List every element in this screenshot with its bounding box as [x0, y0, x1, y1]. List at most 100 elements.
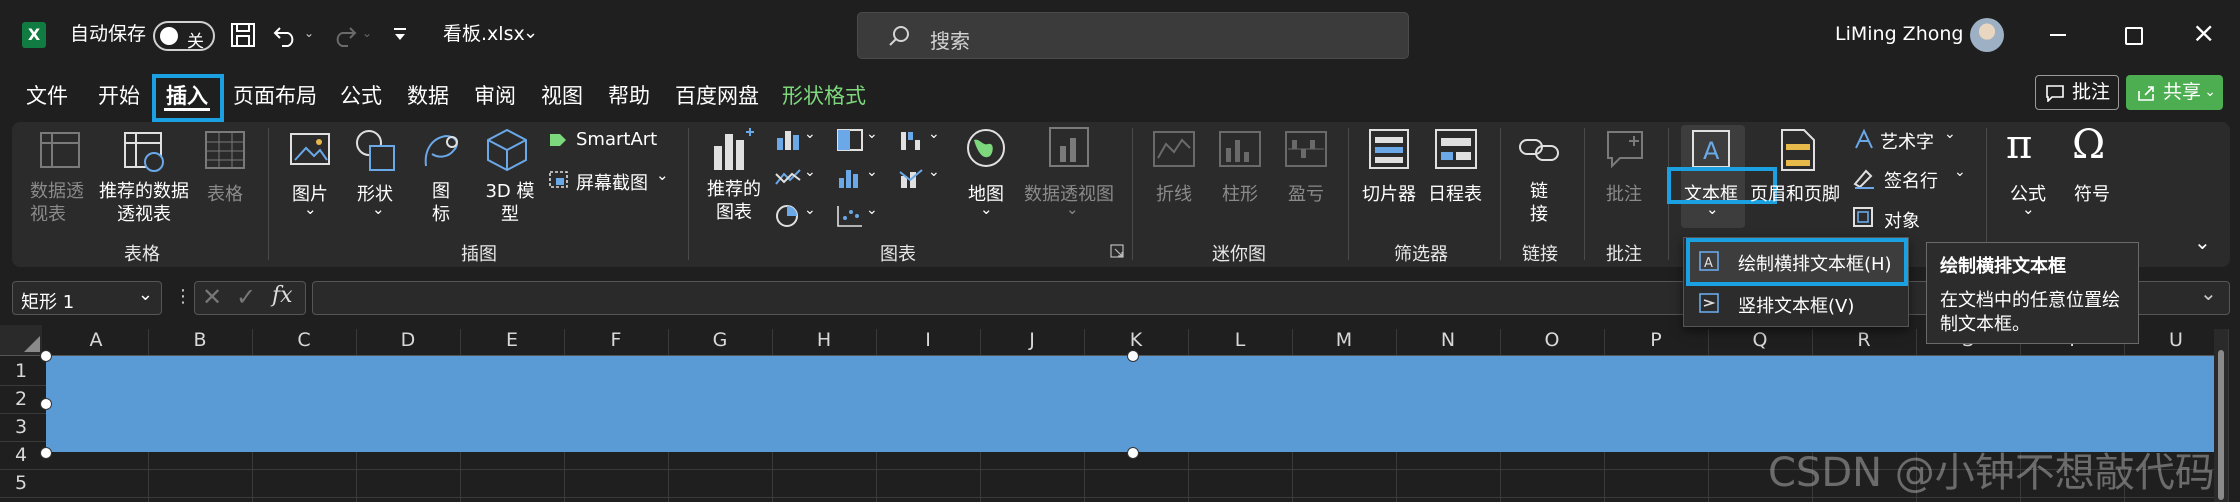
- dialog-launcher-icon[interactable]: [1110, 244, 1124, 258]
- chevron-down-icon[interactable]: ⌄: [866, 126, 878, 142]
- row-header[interactable]: 2: [0, 385, 42, 413]
- tab-baidu[interactable]: 百度网盘: [675, 80, 759, 110]
- column-header[interactable]: N: [1396, 329, 1500, 355]
- tab-home[interactable]: 开始: [98, 80, 140, 110]
- user-name[interactable]: LiMing Zhong: [1835, 25, 1963, 44]
- object-button[interactable]: 对象: [1884, 207, 1920, 233]
- statistic-chart-icon[interactable]: [836, 166, 864, 190]
- pie-chart-icon[interactable]: [774, 204, 802, 228]
- chevron-down-icon[interactable]: ⌄: [866, 164, 878, 180]
- column-header[interactable]: D: [356, 329, 460, 355]
- chevron-down-icon[interactable]: ⌄: [304, 200, 317, 218]
- resize-handle[interactable]: [40, 398, 52, 410]
- restore-icon[interactable]: [2125, 27, 2143, 45]
- chevron-down-icon[interactable]: ⌄: [372, 200, 385, 218]
- avatar[interactable]: [1970, 18, 2004, 52]
- tab-shape-format[interactable]: 形状格式: [782, 80, 866, 110]
- chevron-down-icon[interactable]: ⌄: [1944, 126, 1956, 142]
- chevron-down-icon[interactable]: ⌄: [656, 166, 669, 184]
- column-chart-icon[interactable]: [774, 128, 802, 152]
- column-header[interactable]: M: [1292, 329, 1396, 355]
- vertical-textbox-item[interactable]: 竖排文本框(V): [1738, 292, 1854, 318]
- 3d-model-button[interactable]: 3D 模型: [482, 180, 538, 226]
- column-header[interactable]: C: [252, 329, 356, 355]
- column-header[interactable]: H: [772, 329, 876, 355]
- symbol-button[interactable]: 符号: [2074, 180, 2110, 206]
- insert-function-button[interactable]: fx: [272, 283, 293, 308]
- resize-handle[interactable]: [40, 350, 52, 362]
- chevron-down-icon[interactable]: ⌄: [804, 164, 816, 180]
- tab-data[interactable]: 数据: [407, 80, 449, 110]
- tab-page-layout[interactable]: 页面布局: [233, 80, 317, 110]
- scatter-chart-icon[interactable]: [836, 204, 864, 228]
- column-header[interactable]: J: [980, 329, 1084, 355]
- chevron-down-icon[interactable]: ⌄: [928, 164, 940, 180]
- tab-formulas[interactable]: 公式: [340, 80, 382, 110]
- column-header[interactable]: R: [1812, 329, 1916, 355]
- chevron-down-icon[interactable]: ⌄: [2022, 200, 2035, 218]
- chevron-down-icon[interactable]: ⌄: [138, 284, 153, 305]
- resize-handle[interactable]: [40, 447, 52, 459]
- scrollbar-thumb[interactable]: [2218, 350, 2224, 500]
- chevron-down-icon[interactable]: ⌄: [928, 126, 940, 142]
- customize-toolbar-icon[interactable]: [392, 26, 408, 44]
- column-header[interactable]: B: [148, 329, 252, 355]
- column-header[interactable]: A: [44, 329, 148, 355]
- column-header[interactable]: Q: [1708, 329, 1812, 355]
- chevron-down-icon[interactable]: ⌄: [804, 202, 816, 218]
- save-icon[interactable]: [230, 22, 256, 48]
- search-box[interactable]: 搜索: [857, 12, 1409, 59]
- smartart-button[interactable]: SmartArt: [576, 129, 657, 150]
- tab-file[interactable]: 文件: [26, 80, 68, 110]
- column-header[interactable]: F: [564, 329, 668, 355]
- minimize-icon[interactable]: [2050, 34, 2066, 36]
- resize-handle[interactable]: [1127, 350, 1139, 362]
- column-header[interactable]: I: [876, 329, 980, 355]
- file-name[interactable]: 看板.xlsx: [443, 25, 525, 44]
- line-chart-icon[interactable]: [774, 166, 802, 190]
- close-icon[interactable]: ×: [2192, 16, 2215, 49]
- row-header[interactable]: 3: [0, 413, 42, 441]
- timeline-button[interactable]: 日程表: [1428, 180, 1482, 206]
- chevron-down-icon[interactable]: ⌄: [804, 126, 816, 142]
- rectangle-shape[interactable]: [46, 356, 2220, 452]
- row-header[interactable]: 5: [0, 469, 42, 497]
- column-header[interactable]: L: [1188, 329, 1292, 355]
- resize-handle[interactable]: [1127, 447, 1139, 459]
- undo-dropdown-icon[interactable]: ⌄: [304, 26, 314, 40]
- screenshot-button[interactable]: 屏幕截图: [576, 169, 648, 195]
- column-header[interactable]: O: [1500, 329, 1604, 355]
- recommended-pivot-label[interactable]: 推荐的数据透视表: [96, 180, 192, 226]
- chevron-down-icon[interactable]: ⌄: [1954, 164, 1966, 180]
- link-button[interactable]: 链接: [1530, 180, 1550, 226]
- column-header[interactable]: E: [460, 329, 564, 355]
- row-header[interactable]: 4: [0, 441, 42, 469]
- signature-line-button[interactable]: 签名行: [1884, 167, 1938, 193]
- icons-button[interactable]: 图标: [432, 180, 452, 226]
- row-header[interactable]: 1: [0, 357, 42, 385]
- ribbon-collapse-icon[interactable]: ⌄: [2194, 230, 2211, 254]
- expand-formula-bar-icon[interactable]: ⌄: [2200, 281, 2217, 305]
- combo-chart-icon[interactable]: [898, 166, 926, 190]
- wordart-button[interactable]: 艺术字: [1880, 128, 1934, 154]
- autosave-toggle[interactable]: 关: [153, 21, 215, 52]
- tab-view[interactable]: 视图: [541, 80, 583, 110]
- tab-review[interactable]: 审阅: [474, 80, 516, 110]
- column-header[interactable]: P: [1604, 329, 1708, 355]
- waterfall-chart-icon[interactable]: [898, 128, 926, 152]
- column-header[interactable]: G: [668, 329, 772, 355]
- column-header[interactable]: U: [2124, 329, 2228, 355]
- recommended-chart-button[interactable]: 推荐的图表: [706, 178, 762, 224]
- header-footer-button[interactable]: 页眉和页脚: [1750, 180, 1840, 206]
- name-box[interactable]: 矩形 1 ⌄: [12, 281, 162, 315]
- chevron-down-icon[interactable]: ⌄: [523, 22, 538, 43]
- more-options-icon[interactable]: ⋮: [174, 286, 192, 307]
- tab-help[interactable]: 帮助: [608, 80, 650, 110]
- chevron-down-icon[interactable]: ⌄: [980, 200, 993, 218]
- undo-icon[interactable]: [272, 22, 300, 48]
- slicer-button[interactable]: 切片器: [1362, 180, 1416, 206]
- share-button[interactable]: 共享 ⌄: [2126, 75, 2223, 110]
- chevron-down-icon[interactable]: ⌄: [866, 202, 878, 218]
- hierarchy-chart-icon[interactable]: [836, 128, 864, 152]
- comments-button[interactable]: 批注: [2035, 75, 2119, 110]
